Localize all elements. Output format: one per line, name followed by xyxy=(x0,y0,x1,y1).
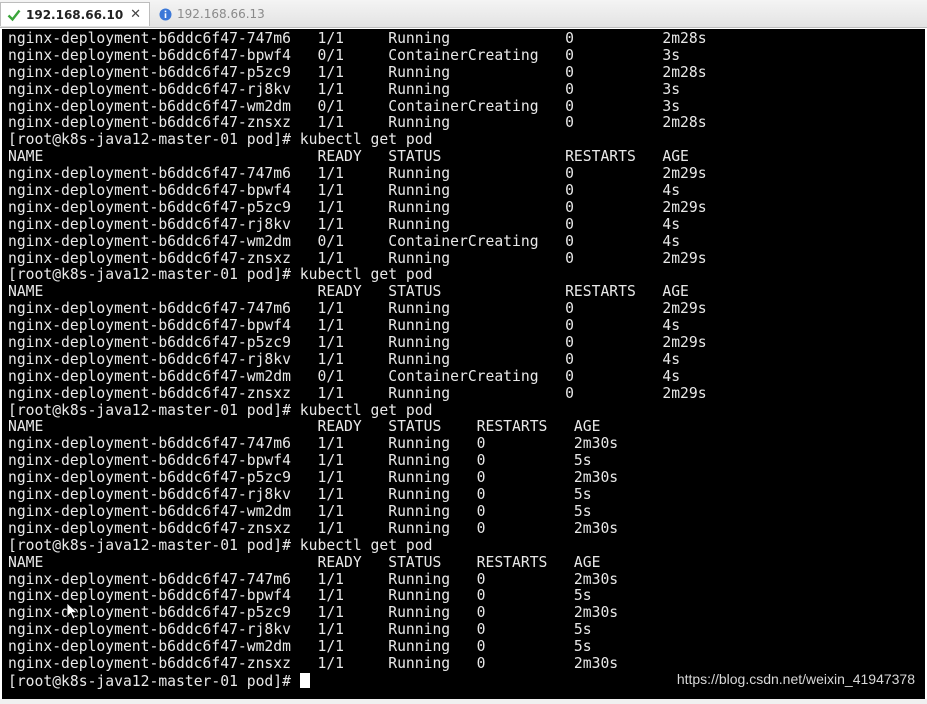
tab-label: 192.168.66.10 xyxy=(26,7,124,22)
tab-session-2[interactable]: 192.168.66.13 xyxy=(152,2,302,26)
window-bottom-edge xyxy=(0,699,927,704)
terminal-line: nginx-deployment-b6ddc6f47-wm2dm 0/1 Con… xyxy=(8,232,681,250)
check-icon xyxy=(7,8,21,22)
terminal-line: nginx-deployment-b6ddc6f47-p5zc9 1/1 Run… xyxy=(8,604,619,622)
terminal-line: nginx-deployment-b6ddc6f47-747m6 1/1 Run… xyxy=(8,570,619,588)
info-icon xyxy=(158,7,172,21)
terminal-line: NAME READY STATUS RESTARTS AGE xyxy=(8,418,601,436)
terminal-line: nginx-deployment-b6ddc6f47-747m6 1/1 Run… xyxy=(8,165,707,183)
terminal-line: nginx-deployment-b6ddc6f47-p5zc9 1/1 Run… xyxy=(8,63,707,81)
terminal-line: nginx-deployment-b6ddc6f47-znsxz 1/1 Run… xyxy=(8,384,707,402)
terminal-line: nginx-deployment-b6ddc6f47-znsxz 1/1 Run… xyxy=(8,114,707,132)
terminal-line: nginx-deployment-b6ddc6f47-rj8kv 1/1 Run… xyxy=(8,215,681,233)
terminal-line: nginx-deployment-b6ddc6f47-rj8kv 1/1 Run… xyxy=(8,350,681,368)
terminal-line: [root@k8s-java12-master-01 pod]# kubectl… xyxy=(8,131,433,149)
terminal-prompt-line[interactable]: [root@k8s-java12-master-01 pod]# xyxy=(8,672,707,690)
terminal-line: nginx-deployment-b6ddc6f47-znsxz 1/1 Run… xyxy=(8,519,619,537)
terminal-line: nginx-deployment-b6ddc6f47-wm2dm 1/1 Run… xyxy=(8,638,592,656)
terminal-line: nginx-deployment-b6ddc6f47-wm2dm 0/1 Con… xyxy=(8,97,681,115)
terminal-line: NAME READY STATUS RESTARTS AGE xyxy=(8,148,689,166)
terminal-lines: nginx-deployment-b6ddc6f47-747m6 1/1 Run… xyxy=(8,30,707,690)
terminal-line: nginx-deployment-b6ddc6f47-747m6 1/1 Run… xyxy=(8,30,707,47)
terminal-line: nginx-deployment-b6ddc6f47-bpwf4 0/1 Con… xyxy=(8,46,681,64)
terminal-line: nginx-deployment-b6ddc6f47-747m6 1/1 Run… xyxy=(8,435,619,453)
terminal-line: nginx-deployment-b6ddc6f47-bpwf4 1/1 Run… xyxy=(8,317,681,335)
close-icon[interactable]: ✕ xyxy=(130,7,141,22)
terminal-output[interactable]: nginx-deployment-b6ddc6f47-747m6 1/1 Run… xyxy=(2,29,925,699)
terminal-line: nginx-deployment-b6ddc6f47-bpwf4 1/1 Run… xyxy=(8,182,681,200)
session-tab-bar: 192.168.66.10 ✕ 192.168.66.13 xyxy=(0,0,927,28)
tab-label: 192.168.66.13 xyxy=(177,7,265,21)
terminal-line: NAME READY STATUS RESTARTS AGE xyxy=(8,553,601,571)
terminal-line: nginx-deployment-b6ddc6f47-znsxz 1/1 Run… xyxy=(8,249,707,267)
terminal-line: nginx-deployment-b6ddc6f47-rj8kv 1/1 Run… xyxy=(8,621,592,639)
terminal-line: nginx-deployment-b6ddc6f47-p5zc9 1/1 Run… xyxy=(8,198,707,216)
terminal-line: nginx-deployment-b6ddc6f47-wm2dm 1/1 Run… xyxy=(8,502,592,520)
mouse-pointer-icon xyxy=(66,602,78,620)
terminal-line: [root@k8s-java12-master-01 pod]# kubectl… xyxy=(8,266,433,284)
terminal-line: nginx-deployment-b6ddc6f47-bpwf4 1/1 Run… xyxy=(8,452,592,470)
text-cursor xyxy=(299,672,310,688)
terminal-line: nginx-deployment-b6ddc6f47-747m6 1/1 Run… xyxy=(8,300,707,318)
watermark-text: https://blog.csdn.net/weixin_41947378 xyxy=(676,671,915,687)
terminal-line: NAME READY STATUS RESTARTS AGE xyxy=(8,283,689,301)
tab-session-1[interactable]: 192.168.66.10 ✕ xyxy=(0,2,150,26)
terminal-line: [root@k8s-java12-master-01 pod]# kubectl… xyxy=(8,401,433,419)
terminal-line: nginx-deployment-b6ddc6f47-p5zc9 1/1 Run… xyxy=(8,469,619,487)
terminal-line: nginx-deployment-b6ddc6f47-p5zc9 1/1 Run… xyxy=(8,334,707,352)
shell-prompt: [root@k8s-java12-master-01 pod]# xyxy=(8,672,300,690)
terminal-line: nginx-deployment-b6ddc6f47-rj8kv 1/1 Run… xyxy=(8,80,681,98)
terminal-line: nginx-deployment-b6ddc6f47-znsxz 1/1 Run… xyxy=(8,654,619,672)
terminal-line: nginx-deployment-b6ddc6f47-wm2dm 0/1 Con… xyxy=(8,367,681,385)
terminal-line: [root@k8s-java12-master-01 pod]# kubectl… xyxy=(8,536,433,554)
terminal-line: nginx-deployment-b6ddc6f47-bpwf4 1/1 Run… xyxy=(8,587,592,605)
terminal-line: nginx-deployment-b6ddc6f47-rj8kv 1/1 Run… xyxy=(8,486,592,504)
